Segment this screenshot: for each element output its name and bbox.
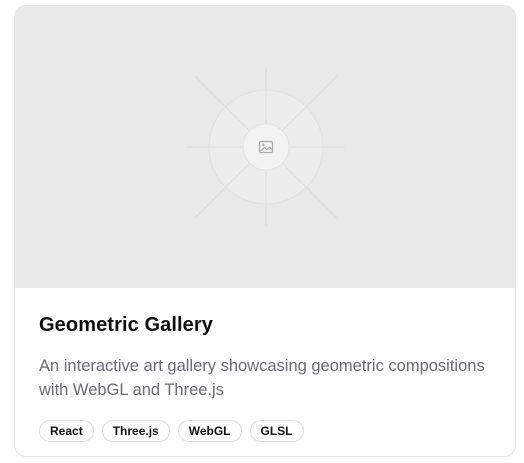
tag-threejs[interactable]: Three.js [101,420,170,442]
project-card[interactable]: Geometric Gallery An interactive art gal… [14,5,516,457]
project-description: An interactive art gallery showcasing ge… [39,357,485,399]
image-placeholder-icon [258,139,274,155]
tag-webgl[interactable]: WebGL [177,420,242,442]
tag-list: React Three.js WebGL GLSL [39,420,491,442]
tag-glsl[interactable]: GLSL [249,420,304,442]
card-body: Geometric Gallery An interactive art gal… [39,312,491,442]
project-title: Geometric Gallery [39,314,214,336]
project-thumbnail-placeholder [15,6,515,288]
tag-react[interactable]: React [39,420,94,442]
